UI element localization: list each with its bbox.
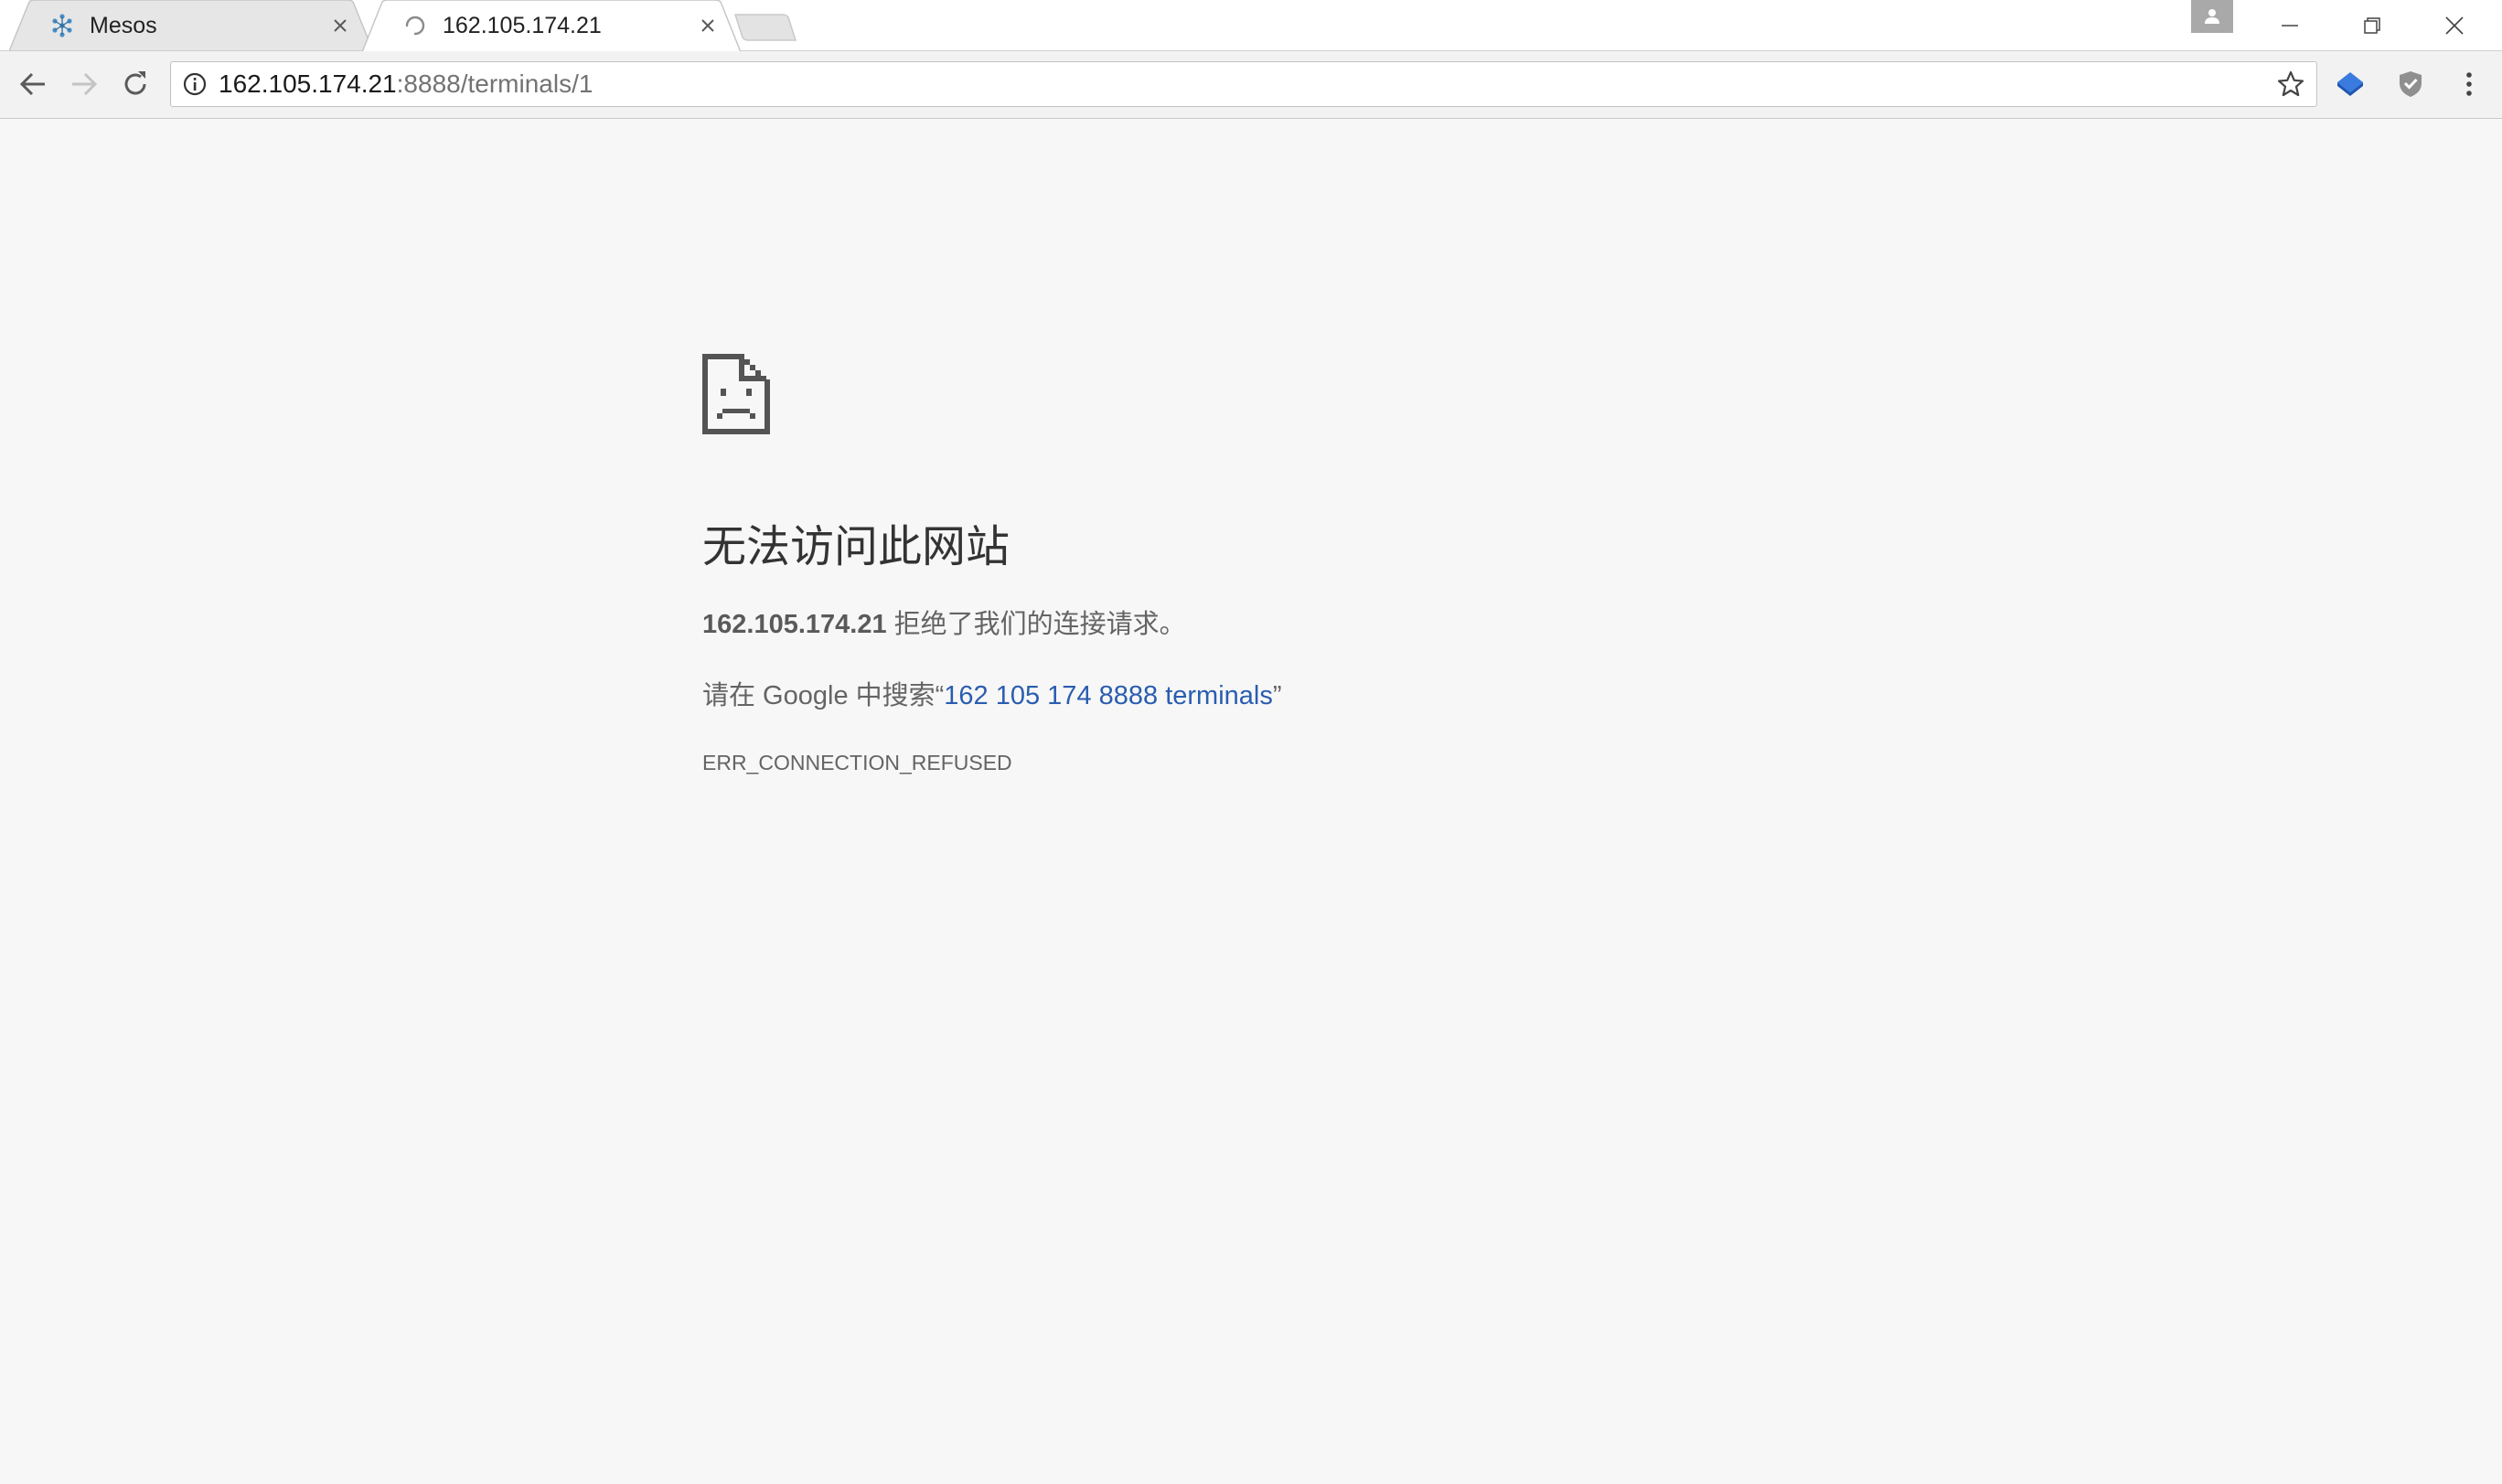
error-title: 无法访问此网站 xyxy=(702,523,1010,571)
bookmark-star-icon[interactable] xyxy=(2265,62,2316,106)
suggest-prefix: 请在 Google 中搜索“ xyxy=(702,681,945,710)
shield-extension-button[interactable] xyxy=(2385,59,2436,110)
shield-icon xyxy=(2400,71,2422,97)
google-search-link[interactable]: 162 105 174 8888 terminals xyxy=(944,681,1273,710)
tab-title: Mesos xyxy=(90,12,157,38)
error-suggestion: 请在 Google 中搜索“162 105 174 8888 terminals… xyxy=(702,678,1800,714)
tab-active[interactable]: 162.105.174.21 xyxy=(362,0,741,51)
new-tab-button[interactable] xyxy=(733,13,797,42)
profile-avatar-button[interactable] xyxy=(2191,0,2233,33)
tab-strip: Mesos 162.105.174.21 xyxy=(0,0,2502,51)
extension-diamond-icon xyxy=(2337,72,2363,96)
minimize-button[interactable] xyxy=(2264,0,2315,51)
mesos-favicon xyxy=(52,14,72,37)
url-text[interactable]: 162.105.174.21:8888/terminals/1 xyxy=(219,69,2265,99)
url-path: :8888/terminals/1 xyxy=(396,69,593,98)
browser-toolbar: 162.105.174.21:8888/terminals/1 xyxy=(0,51,2502,119)
person-icon xyxy=(2205,9,2219,24)
close-icon[interactable] xyxy=(695,13,721,38)
forward-button[interactable] xyxy=(59,59,110,110)
back-button[interactable] xyxy=(7,59,59,110)
close-window-button[interactable] xyxy=(2429,0,2480,51)
error-summary: 162.105.174.21 拒绝了我们的连接请求。 xyxy=(702,606,1800,643)
restore-icon xyxy=(2364,17,2380,34)
sad-page-icon xyxy=(702,354,770,434)
error-container: 无法访问此网站 162.105.174.21 拒绝了我们的连接请求。 请在 Go… xyxy=(702,354,1800,776)
close-icon xyxy=(2445,16,2464,35)
menu-button[interactable] xyxy=(2443,59,2495,110)
restore-button[interactable] xyxy=(2347,0,2398,51)
close-icon[interactable] xyxy=(327,13,353,38)
url-host: 162.105.174.21 xyxy=(219,69,397,98)
reload-button[interactable] xyxy=(110,59,161,110)
tab-mesos[interactable]: Mesos xyxy=(9,0,373,51)
minimize-icon xyxy=(2282,25,2298,27)
address-bar[interactable]: 162.105.174.21:8888/terminals/1 xyxy=(170,61,2317,107)
extension-button[interactable] xyxy=(2325,59,2376,110)
loading-spinner-icon xyxy=(405,16,425,36)
error-host: 162.105.174.21 xyxy=(702,610,887,639)
info-icon[interactable] xyxy=(171,62,219,106)
reload-icon xyxy=(124,71,146,95)
error-code: ERR_CONNECTION_REFUSED xyxy=(702,751,1012,774)
suggest-suffix: ” xyxy=(1272,681,1282,710)
arrow-left-icon xyxy=(19,72,45,96)
page-content: 无法访问此网站 162.105.174.21 拒绝了我们的连接请求。 请在 Go… xyxy=(0,120,2502,1484)
arrow-right-icon xyxy=(72,72,98,96)
tab-title: 162.105.174.21 xyxy=(443,12,602,38)
more-vert-icon xyxy=(2466,72,2472,96)
error-summary-text: 拒绝了我们的连接请求。 xyxy=(886,610,1186,639)
